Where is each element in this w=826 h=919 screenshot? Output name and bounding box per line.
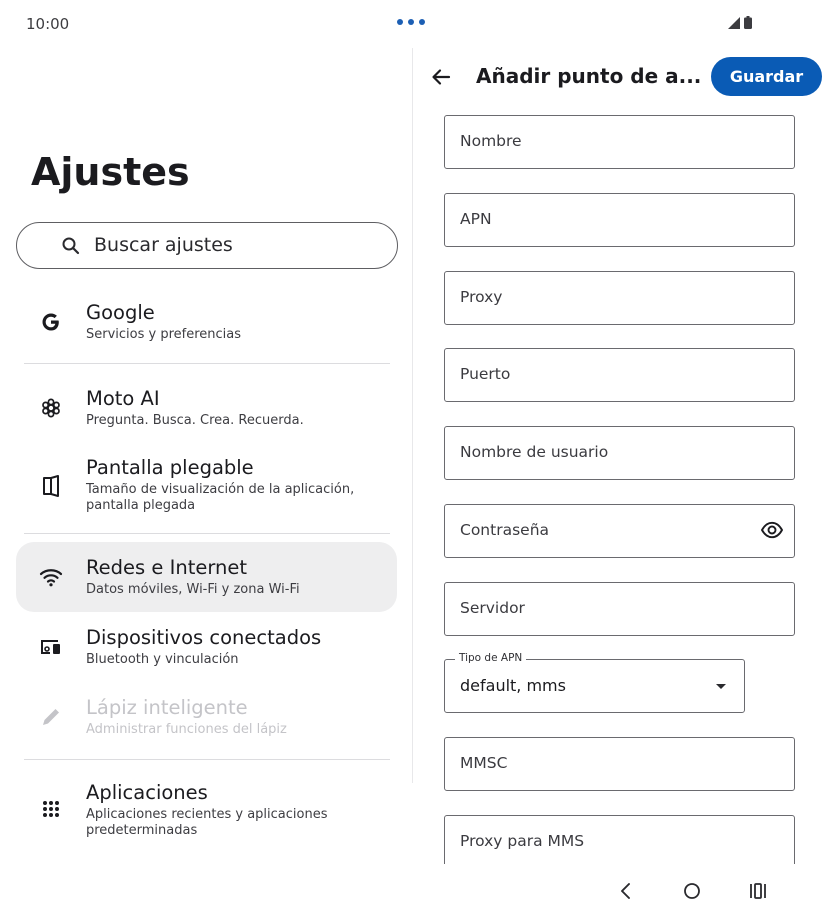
nav-back-icon[interactable] xyxy=(619,882,633,900)
item-subtitle: Administrar funciones del lápiz xyxy=(86,722,287,737)
item-title: Pantalla plegable xyxy=(86,456,254,479)
page-title: Ajustes xyxy=(31,150,190,194)
form-scroll-clip: Proxy para MMS xyxy=(430,0,826,864)
foldable-icon xyxy=(38,473,64,499)
item-title: Aplicaciones xyxy=(86,781,208,804)
status-time: 10:00 xyxy=(26,15,70,33)
devices-icon xyxy=(38,634,64,660)
settings-item-network[interactable]: Redes e Internet Datos móviles, Wi-Fi y … xyxy=(16,542,397,612)
settings-item-google[interactable]: Google Servicios y preferencias xyxy=(16,287,397,357)
divider xyxy=(24,363,390,364)
search-icon xyxy=(62,237,80,255)
item-subtitle: Aplicaciones recientes y aplicaciones pr… xyxy=(86,807,328,838)
settings-item-connected-devices[interactable]: Dispositivos conectados Bluetooth y vinc… xyxy=(16,612,397,682)
pane-separator xyxy=(412,48,413,783)
nav-home-icon[interactable] xyxy=(683,882,701,900)
google-g-icon xyxy=(38,309,64,335)
item-subtitle: Pregunta. Busca. Crea. Recuerda. xyxy=(86,413,304,428)
mms-proxy-field[interactable]: Proxy para MMS xyxy=(444,815,795,864)
item-subtitle: Servicios y preferencias xyxy=(86,327,242,342)
sparkle-icon xyxy=(38,395,64,421)
item-title: Moto AI xyxy=(86,387,160,410)
field-label: Proxy para MMS xyxy=(460,832,585,850)
search-placeholder: Buscar ajustes xyxy=(94,234,233,256)
settings-item-foldable-screen[interactable]: Pantalla plegable Tamaño de visualizació… xyxy=(16,450,397,522)
nav-recents-icon[interactable] xyxy=(749,883,767,899)
divider xyxy=(24,533,390,534)
divider xyxy=(24,759,390,760)
item-title: Google xyxy=(86,301,155,324)
item-title: Redes e Internet xyxy=(86,556,248,579)
apps-grid-icon xyxy=(38,796,64,822)
pen-icon xyxy=(38,704,64,730)
settings-item-smart-pen: Lápiz inteligente Administrar funciones … xyxy=(16,682,397,752)
settings-item-moto-ai[interactable]: Moto AI Pregunta. Busca. Crea. Recuerda. xyxy=(16,373,397,443)
item-subtitle: Bluetooth y vinculación xyxy=(86,652,239,667)
settings-item-apps[interactable]: Aplicaciones Aplicaciones recientes y ap… xyxy=(16,770,397,848)
item-title: Dispositivos conectados xyxy=(86,626,322,649)
item-subtitle: Datos móviles, Wi-Fi y zona Wi-Fi xyxy=(86,582,300,597)
more-dots-icon[interactable] xyxy=(397,19,425,25)
search-bar[interactable]: Buscar ajustes xyxy=(16,222,398,269)
item-title: Lápiz inteligente xyxy=(86,696,248,719)
wifi-icon xyxy=(38,564,64,590)
item-subtitle: Tamaño de visualización de la aplicación… xyxy=(86,482,355,513)
